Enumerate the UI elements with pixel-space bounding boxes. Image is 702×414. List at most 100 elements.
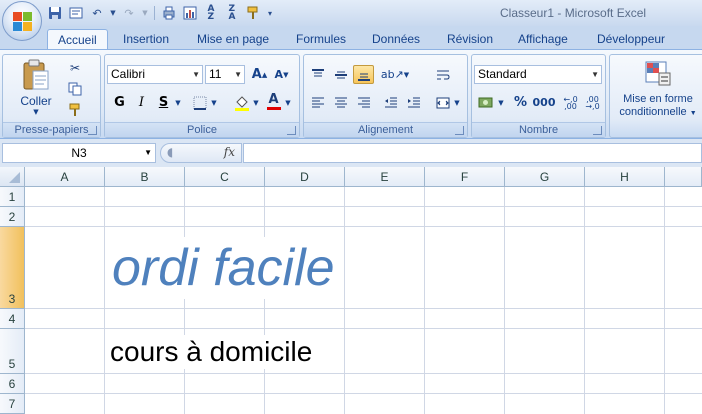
gridline <box>25 206 702 207</box>
alignment-launcher-icon[interactable] <box>455 126 464 135</box>
font-size-select[interactable]: 11 ▼ <box>205 65 245 84</box>
paste-dropdown-icon: ▼ <box>33 107 39 116</box>
column-header-h[interactable]: H <box>585 167 665 187</box>
undo-icon[interactable]: ↶ <box>88 4 106 22</box>
column-header-f[interactable]: F <box>425 167 505 187</box>
print-icon[interactable] <box>160 4 178 22</box>
name-box[interactable]: N3 ▼ <box>2 143 156 163</box>
comma-style-button[interactable]: 000 <box>532 93 556 112</box>
orientation-icon[interactable]: ab↗ ▼ <box>380 65 410 84</box>
merge-dropdown-icon[interactable]: ▼ <box>452 93 462 112</box>
tab-donnees[interactable]: Données <box>362 29 430 50</box>
number-launcher-icon[interactable] <box>593 126 602 135</box>
save-icon[interactable] <box>46 4 64 22</box>
shrink-font-icon[interactable]: A ▼ <box>271 65 292 84</box>
underline-dropdown-icon[interactable]: ▼ <box>173 93 183 112</box>
align-right-icon[interactable] <box>353 93 374 112</box>
tab-revision[interactable]: Révision <box>437 29 503 50</box>
sort-ascending-icon[interactable]: AZ <box>202 4 220 22</box>
number-format-select[interactable]: Standard ▼ <box>474 65 602 84</box>
bold-button[interactable]: G <box>109 93 130 112</box>
percent-style-button[interactable]: % <box>510 93 531 112</box>
chevron-down-icon: ▼ <box>591 70 599 79</box>
customize-qat-icon[interactable]: ▾ <box>265 4 275 22</box>
column-header-d[interactable]: D <box>265 167 345 187</box>
print-preview-icon[interactable] <box>67 4 85 22</box>
column-header-g[interactable]: G <box>505 167 585 187</box>
title-bar: ↶ ▼ ↷ ▼ AZ ZA ▾ Classeur1 - Microsoft Ex… <box>0 0 702 26</box>
tab-mise-en-page[interactable]: Mise en page <box>187 29 279 50</box>
office-button[interactable] <box>2 1 42 41</box>
format-painter-icon[interactable] <box>244 4 262 22</box>
row-header-7[interactable]: 7 <box>0 394 25 414</box>
redo-icon[interactable]: ↷ <box>120 4 138 22</box>
column-header-e[interactable]: E <box>345 167 425 187</box>
cut-icon[interactable]: ✂ <box>65 59 85 77</box>
conditional-formatting-label-2: conditionnelle ▼ <box>619 105 697 118</box>
column-header-a[interactable]: A <box>25 167 105 187</box>
sort-descending-icon[interactable]: ZA <box>223 4 241 22</box>
redo-dropdown-icon[interactable]: ▼ <box>141 4 149 22</box>
group-number: Standard ▼ ▼ % 000 ←,0,00 ,00 →,0 Nombre <box>471 54 606 138</box>
tab-developpeur[interactable]: Développeur <box>587 29 675 50</box>
accounting-format-icon[interactable] <box>475 93 496 112</box>
grow-font-icon[interactable]: A ▲ <box>249 65 270 84</box>
ribbon-tabs: Accueil Insertion Mise en page Formules … <box>0 26 702 51</box>
italic-button[interactable]: I <box>131 93 152 112</box>
tab-accueil[interactable]: Accueil <box>47 29 108 51</box>
underline-button[interactable]: S <box>153 93 174 112</box>
row-header-5[interactable]: 5 <box>0 329 25 374</box>
row-header-3[interactable]: 3 <box>0 227 25 309</box>
chart-icon[interactable] <box>181 4 199 22</box>
row-header-6[interactable]: 6 <box>0 374 25 394</box>
row-header-4[interactable]: 4 <box>0 309 25 329</box>
column-header-c[interactable]: C <box>185 167 265 187</box>
formula-input[interactable] <box>243 143 702 163</box>
decrease-decimal-icon[interactable]: ,00 →,0 <box>582 93 603 112</box>
gridline <box>25 308 702 309</box>
font-color-icon[interactable]: A <box>263 91 284 110</box>
align-middle-icon[interactable] <box>330 65 351 84</box>
row-header-2[interactable]: 2 <box>0 207 25 227</box>
undo-dropdown-icon[interactable]: ▼ <box>109 4 117 22</box>
row-header-1[interactable]: 1 <box>0 187 25 207</box>
accounting-dropdown-icon[interactable]: ▼ <box>496 93 506 112</box>
format-painter-icon[interactable] <box>65 101 85 119</box>
cell-b3[interactable]: ordi facile <box>106 237 341 299</box>
fill-color-icon[interactable] <box>231 93 252 112</box>
align-center-icon[interactable] <box>330 93 351 112</box>
borders-icon[interactable] <box>189 93 210 112</box>
gridline <box>104 187 105 414</box>
borders-dropdown-icon[interactable]: ▼ <box>209 93 219 112</box>
cell-b5[interactable]: cours à domicile <box>106 335 317 369</box>
align-top-icon[interactable] <box>307 65 328 84</box>
wrap-text-icon[interactable] <box>432 65 453 84</box>
tab-insertion[interactable]: Insertion <box>113 29 179 50</box>
copy-icon[interactable] <box>65 80 85 98</box>
paste-button[interactable]: Coller ▼ <box>7 57 65 117</box>
clipboard-launcher-icon[interactable] <box>88 126 97 135</box>
column-header-b[interactable]: B <box>105 167 185 187</box>
gridline <box>424 187 425 414</box>
formula-buttons: ◖ fx <box>160 143 242 163</box>
gridline <box>584 187 585 414</box>
decrease-indent-icon[interactable] <box>380 93 401 112</box>
expand-handle-icon[interactable]: ◖ <box>167 145 173 159</box>
select-all-button[interactable] <box>0 167 25 187</box>
column-header-i[interactable] <box>665 167 702 187</box>
font-color-dropdown-icon[interactable]: ▼ <box>283 93 293 112</box>
increase-decimal-icon[interactable]: ←,0,00 <box>560 93 581 112</box>
conditional-formatting-button[interactable]: Mise en forme conditionnelle ▼ <box>612 57 702 121</box>
align-left-icon[interactable] <box>307 93 328 112</box>
increase-indent-icon[interactable] <box>403 93 424 112</box>
fill-color-dropdown-icon[interactable]: ▼ <box>251 93 261 112</box>
tab-affichage[interactable]: Affichage <box>508 29 578 50</box>
merge-center-icon[interactable] <box>432 93 453 112</box>
font-name-select[interactable]: Calibri ▼ <box>107 65 203 84</box>
chevron-down-icon: ▼ <box>234 70 242 79</box>
align-bottom-icon[interactable] <box>353 65 374 84</box>
tab-formules[interactable]: Formules <box>286 29 356 50</box>
insert-function-button[interactable]: fx <box>224 145 235 159</box>
font-launcher-icon[interactable] <box>287 126 296 135</box>
font-size-value: 11 <box>209 67 222 81</box>
